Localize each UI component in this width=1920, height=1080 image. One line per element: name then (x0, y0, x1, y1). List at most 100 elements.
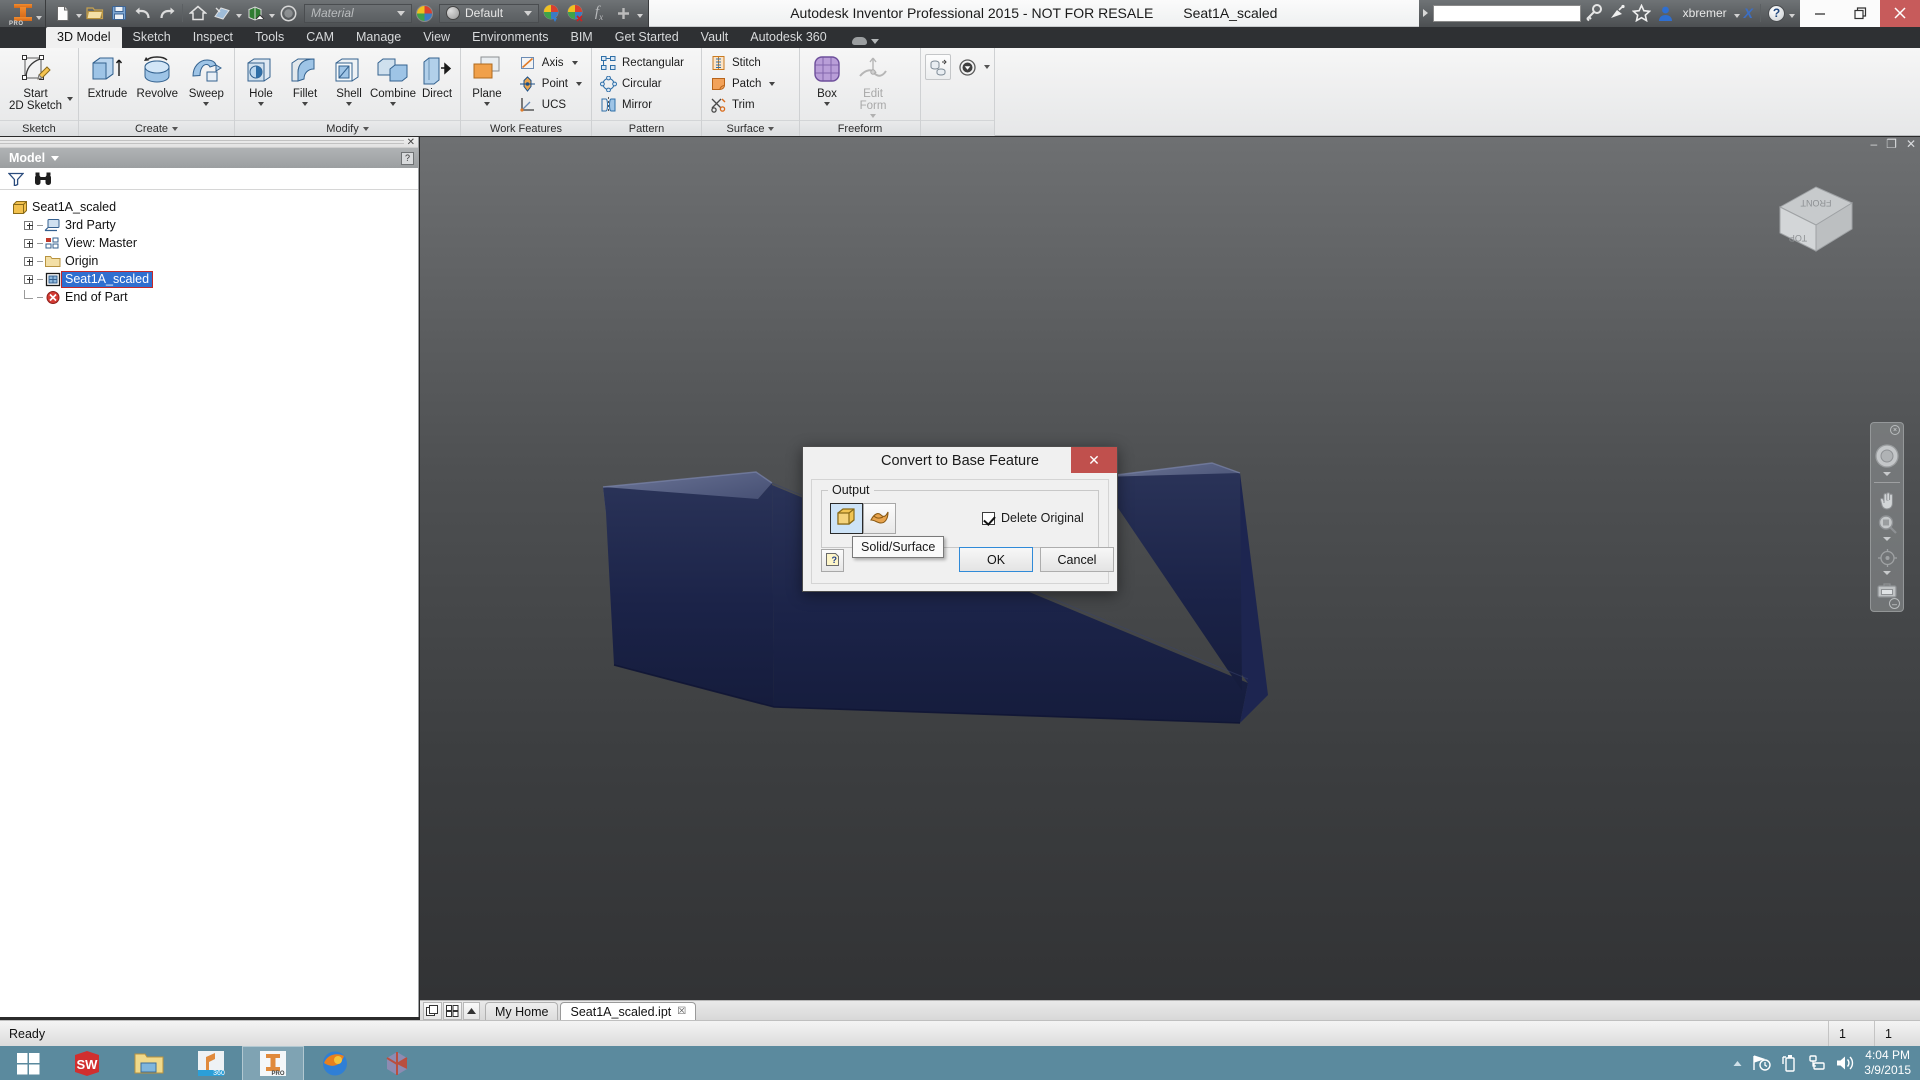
update-dropdown[interactable] (234, 2, 243, 25)
tree-node-3rd-party[interactable]: 3rd Party (6, 216, 418, 234)
dialog-close-button[interactable]: ✕ (1071, 447, 1117, 473)
exchange-apps-icon[interactable]: X (1744, 5, 1753, 21)
browser-close-icon[interactable]: ✕ (407, 137, 415, 148)
circular-pattern-button[interactable]: Circular (596, 73, 689, 94)
battery-icon[interactable] (1781, 1054, 1798, 1072)
patch-dropdown[interactable] (769, 81, 776, 86)
update-button[interactable] (210, 2, 234, 25)
tree-node-base-feature[interactable]: Seat1A_scaled (6, 270, 418, 288)
return-dropdown[interactable] (267, 2, 276, 25)
doctab-seat1a[interactable]: Seat1A_scaled.ipt ☒ (560, 1002, 697, 1020)
appearance-dropdown[interactable]: Default (439, 3, 539, 23)
action-center-icon[interactable] (1752, 1054, 1772, 1072)
work-point-dropdown[interactable] (576, 81, 582, 86)
3d-viewport[interactable]: – ❐ ✕ FRONT TOP × – (420, 137, 1920, 1017)
tab-environments[interactable]: Environments (461, 27, 559, 48)
taskbar-fusion360-icon[interactable]: 360 (180, 1046, 242, 1080)
help-icon[interactable]: ? (1768, 4, 1785, 22)
user-menu-dropdown[interactable] (1733, 2, 1742, 25)
grid-windows-icon[interactable] (443, 1002, 462, 1020)
pan-icon[interactable] (1878, 490, 1897, 510)
user-icon[interactable] (1655, 2, 1677, 24)
search-input[interactable] (1432, 4, 1581, 22)
tile-windows-icon[interactable] (423, 1002, 442, 1020)
tab-cam[interactable]: CAM (295, 27, 345, 48)
volume-icon[interactable] (1835, 1054, 1855, 1072)
viewport-minimize-button[interactable]: – (1870, 138, 1877, 150)
chevron-down-icon[interactable] (768, 126, 775, 131)
tab-bim[interactable]: BIM (560, 27, 604, 48)
tree-label-origin[interactable]: Origin (62, 254, 101, 269)
adjust-appearance-button[interactable] (539, 2, 563, 25)
taskbar-meshmixer-icon[interactable] (366, 1046, 428, 1080)
new-file-dropdown[interactable] (74, 2, 83, 25)
return-button[interactable] (243, 2, 267, 25)
material-sphere-icon[interactable] (276, 2, 300, 25)
satellite-icon[interactable] (1607, 2, 1629, 24)
taskbar-file-explorer-icon[interactable] (118, 1046, 180, 1080)
direct-edit-button[interactable]: Direct (415, 51, 459, 102)
tree-node-part[interactable]: Seat1A_scaled (6, 198, 418, 216)
qat-overflow-dropdown[interactable] (635, 2, 644, 25)
viewcube[interactable]: FRONT TOP (1768, 177, 1860, 257)
convert-icon[interactable] (925, 54, 951, 80)
viewport-restore-button[interactable]: ❐ (1886, 138, 1897, 150)
mirror-button[interactable]: Mirror (596, 94, 689, 115)
windows-start-icon[interactable] (0, 1046, 56, 1080)
extrude-button[interactable]: Extrude (83, 51, 132, 102)
expander-icon[interactable] (20, 270, 37, 288)
chevron-down-icon[interactable] (51, 155, 60, 161)
tree-node-end-of-part[interactable]: End of Part (6, 288, 418, 306)
help-dropdown[interactable] (1787, 2, 1796, 25)
taskbar-solidworks-icon[interactable]: SW (56, 1046, 118, 1080)
revolve-button[interactable]: Revolve (132, 51, 183, 102)
dialog-title-bar[interactable]: Convert to Base Feature ✕ (803, 447, 1117, 475)
edit-form-dropdown[interactable] (870, 114, 876, 118)
restore-button[interactable] (1840, 0, 1880, 27)
work-axis-button[interactable]: Axis (516, 52, 587, 73)
tab-manage[interactable]: Manage (345, 27, 412, 48)
taskbar-inventor-pro-icon[interactable]: PRO (242, 1046, 304, 1080)
tree-node-view-master[interactable]: View: Master (6, 234, 418, 252)
ok-button[interactable]: OK (959, 547, 1033, 572)
material-dropdown[interactable]: Material (304, 3, 412, 23)
cancel-button[interactable]: Cancel (1040, 547, 1114, 572)
shell-button[interactable]: Shell (327, 51, 371, 108)
ucs-button[interactable]: UCS (516, 94, 587, 115)
start-2d-sketch-button[interactable]: Start 2D Sketch (4, 51, 67, 114)
navwheel-dropdown[interactable] (1883, 472, 1891, 476)
taskbar-clock[interactable]: 4:04 PM 3/9/2015 (1864, 1048, 1911, 1078)
redo-button[interactable] (155, 2, 179, 25)
save-button[interactable] (107, 2, 131, 25)
key-icon[interactable] (1583, 2, 1605, 24)
tree-node-origin[interactable]: Origin (6, 252, 418, 270)
tree-label-part[interactable]: Seat1A_scaled (29, 200, 119, 215)
work-point-button[interactable]: Point (516, 73, 587, 94)
tab-sketch[interactable]: Sketch (122, 27, 182, 48)
freeform-box-dropdown[interactable] (824, 102, 830, 106)
freeform-box-button[interactable]: Box (804, 51, 850, 108)
minimize-button[interactable] (1800, 0, 1840, 27)
delete-original-checkbox[interactable] (982, 511, 995, 525)
chevron-down-icon[interactable] (172, 126, 179, 131)
orbit-icon[interactable] (1877, 548, 1898, 568)
tab-3d-model[interactable]: 3D Model (46, 27, 122, 48)
ribbon-cloud-menu[interactable] (851, 37, 879, 48)
zoom-icon[interactable] (1877, 514, 1898, 534)
application-menu-button[interactable]: PRO (0, 0, 46, 27)
tab-tools[interactable]: Tools (244, 27, 295, 48)
open-file-button[interactable] (83, 2, 107, 25)
browser-drag-handle[interactable]: ✕ (0, 137, 418, 148)
trim-button[interactable]: Trim (706, 94, 780, 115)
combine-button[interactable]: Combine (370, 51, 416, 108)
binoculars-icon[interactable] (34, 172, 52, 186)
start-2d-sketch-dropdown[interactable] (67, 97, 74, 101)
customize-qat-button[interactable] (611, 2, 635, 25)
work-axis-dropdown[interactable] (571, 60, 578, 65)
tab-inspect[interactable]: Inspect (182, 27, 244, 48)
show-hidden-icons-icon[interactable] (1732, 1059, 1743, 1068)
zoom-dropdown[interactable] (1883, 537, 1891, 541)
clear-appearance-button[interactable] (563, 2, 587, 25)
doctab-close-icon[interactable]: ☒ (677, 1006, 686, 1017)
tab-vault[interactable]: Vault (690, 27, 740, 48)
